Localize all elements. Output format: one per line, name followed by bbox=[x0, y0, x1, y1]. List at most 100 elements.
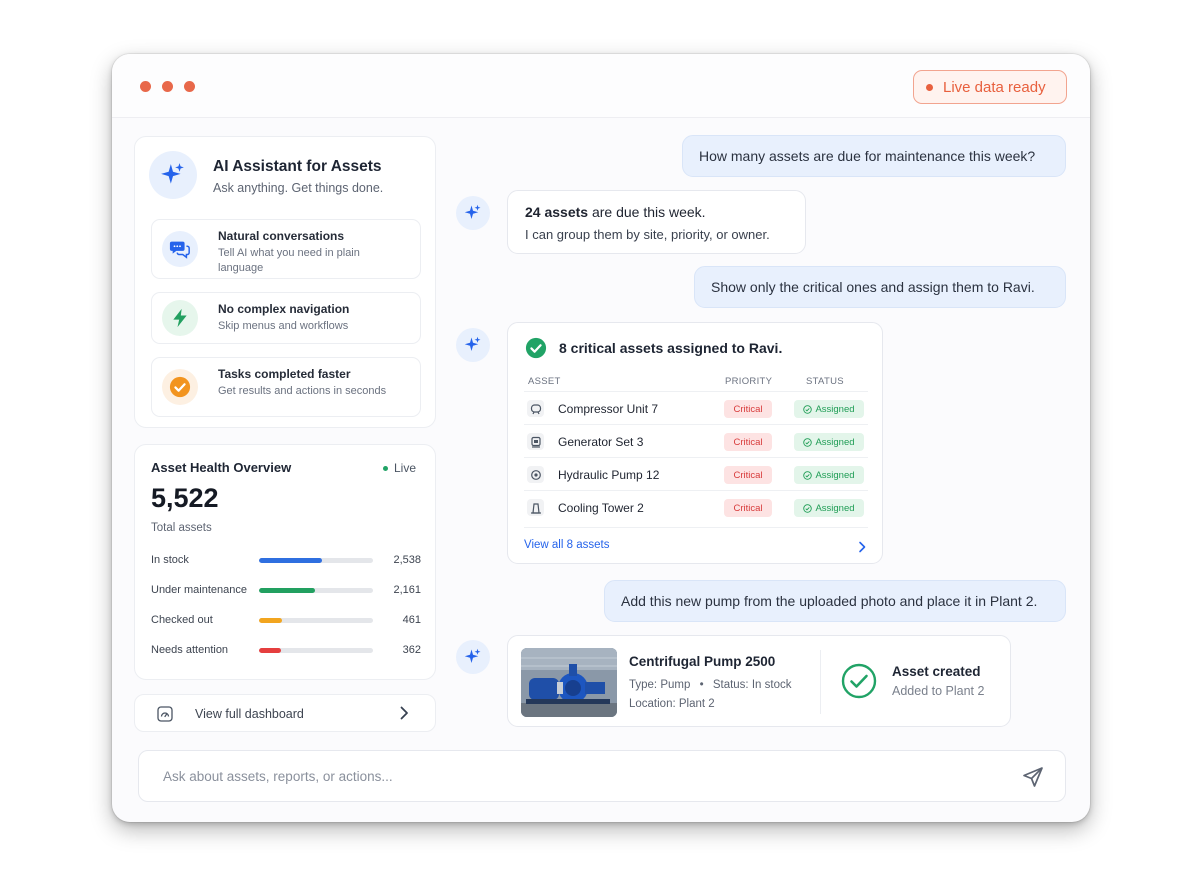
check-circle-icon bbox=[803, 437, 813, 447]
type-value: Pump bbox=[660, 679, 691, 691]
health-row-label: Checked out bbox=[151, 614, 213, 626]
user-message-bubble: Add this new pump from the uploaded phot… bbox=[604, 580, 1066, 622]
window-maximize-dot[interactable] bbox=[184, 81, 195, 92]
user-message-bubble: Show only the critical ones and assign t… bbox=[694, 266, 1066, 308]
ai-message-line-2: I can group them by site, priority, or o… bbox=[525, 227, 770, 242]
ai-sparkle-avatar-icon bbox=[456, 328, 490, 362]
assistant-subtitle: Ask anything. Get things done. bbox=[213, 181, 384, 195]
ai-message-emphasis: 24 assets bbox=[525, 204, 589, 220]
live-dot-icon bbox=[383, 465, 388, 471]
generator-icon bbox=[527, 433, 544, 450]
send-icon[interactable] bbox=[1021, 765, 1045, 789]
asset-created-subtitle: Added to Plant 2 bbox=[892, 684, 985, 698]
health-progress-track bbox=[259, 588, 373, 593]
status-badge-label: Assigned bbox=[815, 403, 855, 415]
asset-created-title: Asset created bbox=[892, 664, 981, 679]
success-check-icon bbox=[525, 337, 547, 359]
compressor-icon bbox=[527, 400, 544, 417]
table-row[interactable]: Compressor Unit 7 Critical Assigned bbox=[524, 391, 868, 424]
feature-description: Skip menus and workflows bbox=[218, 320, 349, 332]
health-progress-fill bbox=[259, 588, 315, 593]
asset-health-title: Asset Health Overview bbox=[151, 460, 292, 475]
feature-tasks-completed-faster: Tasks completed faster Get results and a… bbox=[151, 357, 421, 417]
asset-name: Hydraulic Pump 12 bbox=[558, 468, 660, 482]
live-status-dot-icon bbox=[926, 83, 933, 91]
composer-placeholder: Ask about assets, reports, or actions... bbox=[163, 769, 393, 784]
card-divider bbox=[820, 650, 821, 714]
status-value: In stock bbox=[751, 679, 792, 691]
health-row-label: In stock bbox=[151, 554, 189, 566]
product-meta-line: Type: Pump • Status: In stock bbox=[629, 679, 791, 691]
feature-natural-conversations: Natural conversations Tell AI what you n… bbox=[151, 219, 421, 279]
ai-asset-created-card: Centrifugal Pump 2500 Type: Pump • Statu… bbox=[507, 635, 1011, 727]
pump-photo-image bbox=[521, 648, 617, 717]
feature-description: Get results and actions in seconds bbox=[218, 385, 387, 397]
health-progress-fill bbox=[259, 558, 322, 563]
status-badge-label: Assigned bbox=[815, 469, 855, 481]
assignment-result-title: 8 critical assets assigned to Ravi. bbox=[559, 340, 783, 356]
status-badge: Assigned bbox=[794, 433, 864, 451]
product-name: Centrifugal Pump 2500 bbox=[629, 654, 776, 669]
lightning-icon bbox=[162, 300, 198, 336]
assistant-intro-card: AI Assistant for Assets Ask anything. Ge… bbox=[134, 136, 436, 428]
health-row-value: 2,161 bbox=[393, 584, 421, 596]
feature-description: Tell AI what you need in plain language bbox=[218, 247, 360, 274]
health-progress-track bbox=[259, 618, 373, 623]
message-composer-input[interactable]: Ask about assets, reports, or actions... bbox=[138, 750, 1066, 802]
asset-health-card: Asset Health Overview Live 5,522 Total a… bbox=[134, 444, 436, 680]
asset-name: Compressor Unit 7 bbox=[558, 402, 659, 416]
window-close-dot[interactable] bbox=[140, 81, 151, 92]
health-progress-track bbox=[259, 558, 373, 563]
feature-no-complex-navigation: No complex navigation Skip menus and wor… bbox=[151, 292, 421, 344]
window-minimize-dot[interactable] bbox=[162, 81, 173, 92]
feature-title: Tasks completed faster bbox=[218, 367, 351, 381]
view-all-assets-link[interactable]: View all 8 assets bbox=[524, 539, 609, 551]
feature-title: No complex navigation bbox=[218, 302, 350, 316]
table-row[interactable]: Hydraulic Pump 12 Critical Assigned bbox=[524, 457, 868, 490]
table-footer-divider bbox=[524, 527, 868, 528]
health-row-label: Under maintenance bbox=[151, 584, 248, 596]
location-value: Plant 2 bbox=[678, 698, 715, 710]
product-location-line: Location: Plant 2 bbox=[629, 698, 715, 710]
ai-message-bubble: 24 assets are due this week. I can group… bbox=[507, 190, 806, 254]
assistant-title: AI Assistant for Assets bbox=[213, 158, 382, 175]
status-badge: Assigned bbox=[794, 499, 864, 517]
health-row-under-maintenance: Under maintenance 2,161 bbox=[151, 583, 421, 599]
health-progress-fill bbox=[259, 648, 281, 653]
priority-badge: Critical bbox=[724, 433, 772, 451]
total-assets-value: 5,522 bbox=[151, 483, 219, 513]
health-row-label: Needs attention bbox=[151, 644, 229, 656]
pump-icon bbox=[527, 466, 544, 483]
priority-badge: Critical bbox=[724, 499, 772, 517]
status-badge: Assigned bbox=[794, 466, 864, 484]
live-data-status-pill: Live data ready bbox=[913, 70, 1067, 104]
title-bar: Live data ready bbox=[112, 54, 1090, 118]
health-row-value: 2,538 bbox=[393, 554, 421, 566]
ai-message-line-1: 24 assets are due this week. bbox=[525, 204, 706, 220]
ai-message-text: are due this week. bbox=[588, 204, 706, 220]
health-row-value: 362 bbox=[402, 644, 421, 656]
app-window: Live data ready AI Assistant for Assets … bbox=[112, 54, 1090, 822]
table-header-asset: ASSET bbox=[528, 376, 561, 387]
chevron-right-icon[interactable] bbox=[858, 541, 866, 553]
status-badge: Assigned bbox=[794, 400, 864, 418]
table-row[interactable]: Cooling Tower 2 Critical Assigned bbox=[524, 490, 868, 523]
health-row-checked-out: Checked out 461 bbox=[151, 613, 421, 629]
ai-sparkle-avatar-icon bbox=[456, 196, 490, 230]
ai-sparkle-avatar-icon bbox=[456, 640, 490, 674]
priority-badge: Critical bbox=[724, 466, 772, 484]
user-message-text: Show only the critical ones and assign t… bbox=[711, 279, 1035, 295]
location-label: Location: bbox=[629, 698, 676, 710]
status-badge-label: Assigned bbox=[815, 502, 855, 514]
table-row[interactable]: Generator Set 3 Critical Assigned bbox=[524, 424, 868, 457]
live-data-status-label: Live data ready bbox=[943, 78, 1046, 96]
user-message-text: How many assets are due for maintenance … bbox=[699, 148, 1036, 164]
priority-badge: Critical bbox=[724, 400, 772, 418]
user-message-bubble: How many assets are due for maintenance … bbox=[682, 135, 1066, 177]
status-badge-label: Assigned bbox=[815, 436, 855, 448]
live-indicator: Live bbox=[383, 461, 416, 475]
view-full-dashboard-button[interactable]: View full dashboard bbox=[134, 694, 436, 732]
sparkle-icon bbox=[149, 151, 197, 199]
health-row-needs-attention: Needs attention 362 bbox=[151, 643, 421, 659]
feature-title: Natural conversations bbox=[218, 229, 345, 243]
